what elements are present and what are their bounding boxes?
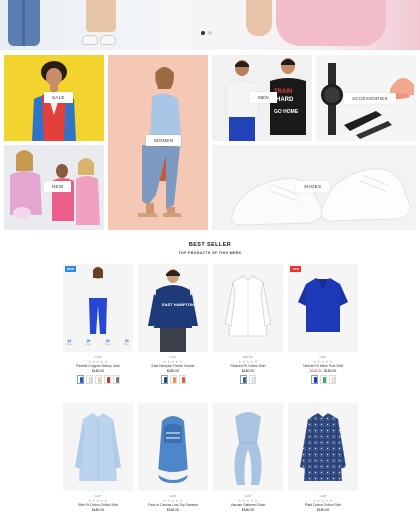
color-swatch[interactable] bbox=[328, 375, 336, 384]
color-swatch[interactable] bbox=[310, 375, 318, 384]
product-card[interactable]: EAST HAMPTON GAP ★★★★★ East Hampton Flee… bbox=[138, 264, 208, 384]
scarf-image bbox=[234, 412, 262, 485]
product-image[interactable]: NEW 24 Day 26 Day 28 Day 30 Day bbox=[63, 264, 133, 352]
section-title: BEST SELLER bbox=[188, 242, 232, 248]
category-tile-men[interactable]: TRAIN HARD GO HOME MEN bbox=[212, 55, 312, 141]
size-option[interactable]: 28 Day bbox=[105, 339, 110, 346]
color-swatch[interactable] bbox=[249, 375, 256, 384]
slider-dots bbox=[201, 31, 212, 35]
category-label-men[interactable]: MEN bbox=[250, 92, 277, 103]
product-price: $180.00 bbox=[316, 508, 330, 512]
category-label-shoes[interactable]: SHOES bbox=[296, 181, 330, 192]
size-option[interactable]: 24 Day bbox=[67, 339, 72, 346]
product-card[interactable]: -15% GAP ★★★★★ Tailored Fit Mesh Polo Sh… bbox=[288, 264, 358, 384]
product-price: $180.00 bbox=[91, 508, 105, 512]
color-swatch[interactable] bbox=[240, 375, 247, 384]
color-swatch[interactable] bbox=[319, 375, 327, 384]
color-swatch[interactable] bbox=[178, 375, 186, 384]
product-badge: NEW bbox=[65, 266, 76, 272]
category-tile-accessories[interactable]: ACCESSORIES bbox=[316, 55, 416, 141]
category-tile-women[interactable]: WOMEN bbox=[108, 55, 208, 230]
oxford-shirt-image bbox=[75, 413, 121, 481]
canvas-sneaker-image bbox=[158, 416, 188, 483]
plaid-shirt-image bbox=[300, 413, 346, 481]
color-swatches bbox=[288, 375, 358, 384]
hero-jeans-image bbox=[8, 0, 40, 46]
hero-legs-image bbox=[86, 0, 116, 32]
category-label-women[interactable]: WOMEN bbox=[146, 135, 182, 146]
size-options: 24 Day 26 Day 28 Day 30 Day bbox=[67, 339, 129, 346]
polo-shirt-image bbox=[298, 278, 348, 332]
size-option[interactable]: 30 Day bbox=[124, 339, 129, 346]
product-image[interactable] bbox=[138, 403, 208, 491]
slider-dot-2[interactable] bbox=[208, 31, 212, 35]
product-image[interactable]: EAST HAMPTON bbox=[138, 264, 208, 352]
hero-sneakers-image bbox=[82, 32, 120, 45]
color-swatch[interactable] bbox=[103, 375, 111, 384]
hero-banner[interactable] bbox=[0, 0, 420, 50]
category-label-accessories[interactable]: ACCESSORIES bbox=[344, 93, 396, 104]
category-tile-new[interactable]: NEW bbox=[4, 145, 104, 230]
color-swatches bbox=[63, 375, 133, 384]
svg-text:HARD: HARD bbox=[276, 97, 294, 103]
product-image[interactable] bbox=[63, 403, 133, 491]
color-swatch[interactable] bbox=[94, 375, 102, 384]
product-card[interactable]: NEW 24 Day 26 Day 28 Day 30 Day GAP ★★★★★ Fl… bbox=[63, 264, 133, 384]
page: SALE WOMEN TRAIN HARD GO HOME MEN ACCESS… bbox=[0, 0, 420, 512]
color-swatches bbox=[138, 375, 208, 384]
svg-text:EAST HAMPTON: EAST HAMPTON bbox=[162, 302, 194, 307]
slider-dot-1[interactable] bbox=[201, 31, 205, 35]
product-price: $168.00 $180.00 bbox=[309, 369, 337, 373]
color-swatches bbox=[213, 375, 283, 384]
category-label-new[interactable]: NEW bbox=[44, 181, 72, 192]
hoodie-model-image: EAST HAMPTON bbox=[148, 269, 198, 352]
category-tile-sale[interactable]: SALE bbox=[4, 55, 104, 141]
hero-arm-image bbox=[246, 0, 272, 36]
category-label-sale[interactable]: SALE bbox=[44, 92, 73, 103]
color-swatch[interactable] bbox=[169, 375, 177, 384]
product-price: $180.00 bbox=[91, 369, 105, 373]
color-swatch[interactable] bbox=[160, 375, 168, 384]
product-image[interactable] bbox=[213, 264, 283, 352]
product-image[interactable] bbox=[213, 403, 283, 491]
size-option[interactable]: 26 Day bbox=[86, 339, 91, 346]
product-price: $180.00 bbox=[241, 508, 255, 512]
product-card[interactable]: GAP ★★★★★ Viscose Gathered Scarf $180.00 bbox=[213, 403, 283, 512]
product-price: $180.00 bbox=[241, 369, 255, 373]
color-swatch[interactable] bbox=[76, 375, 84, 384]
svg-text:GO HOME: GO HOME bbox=[274, 109, 299, 115]
cotton-shirt-image bbox=[224, 275, 272, 337]
product-price: $180.00 bbox=[166, 369, 180, 373]
color-swatch[interactable] bbox=[85, 375, 93, 384]
product-card[interactable]: GAP ★★★★★ Faux-In Canvas Low-Top Sneaker… bbox=[138, 403, 208, 512]
product-card[interactable]: GAP ★★★★★ Slim Fit Cotton Oxford Shirt $… bbox=[63, 403, 133, 512]
section-subtitle: TOP PRODUCTS OF THIS WEEK bbox=[178, 251, 242, 255]
color-swatch[interactable] bbox=[112, 375, 120, 384]
product-price: $180.00 bbox=[166, 508, 180, 512]
product-card[interactable]: GAP ★★★★★ Plaid Cotton Oxford Shirt $180… bbox=[288, 403, 358, 512]
product-image[interactable]: -15% bbox=[288, 264, 358, 352]
hero-pink-skirt-image bbox=[276, 0, 386, 46]
product-image[interactable] bbox=[288, 403, 358, 491]
product-badge: -15% bbox=[290, 266, 302, 272]
product-card[interactable]: REISS ★★★★★ Relaxed Fit Cotton Shirt $18… bbox=[213, 264, 283, 384]
category-tile-shoes[interactable]: SHOES bbox=[212, 145, 416, 230]
